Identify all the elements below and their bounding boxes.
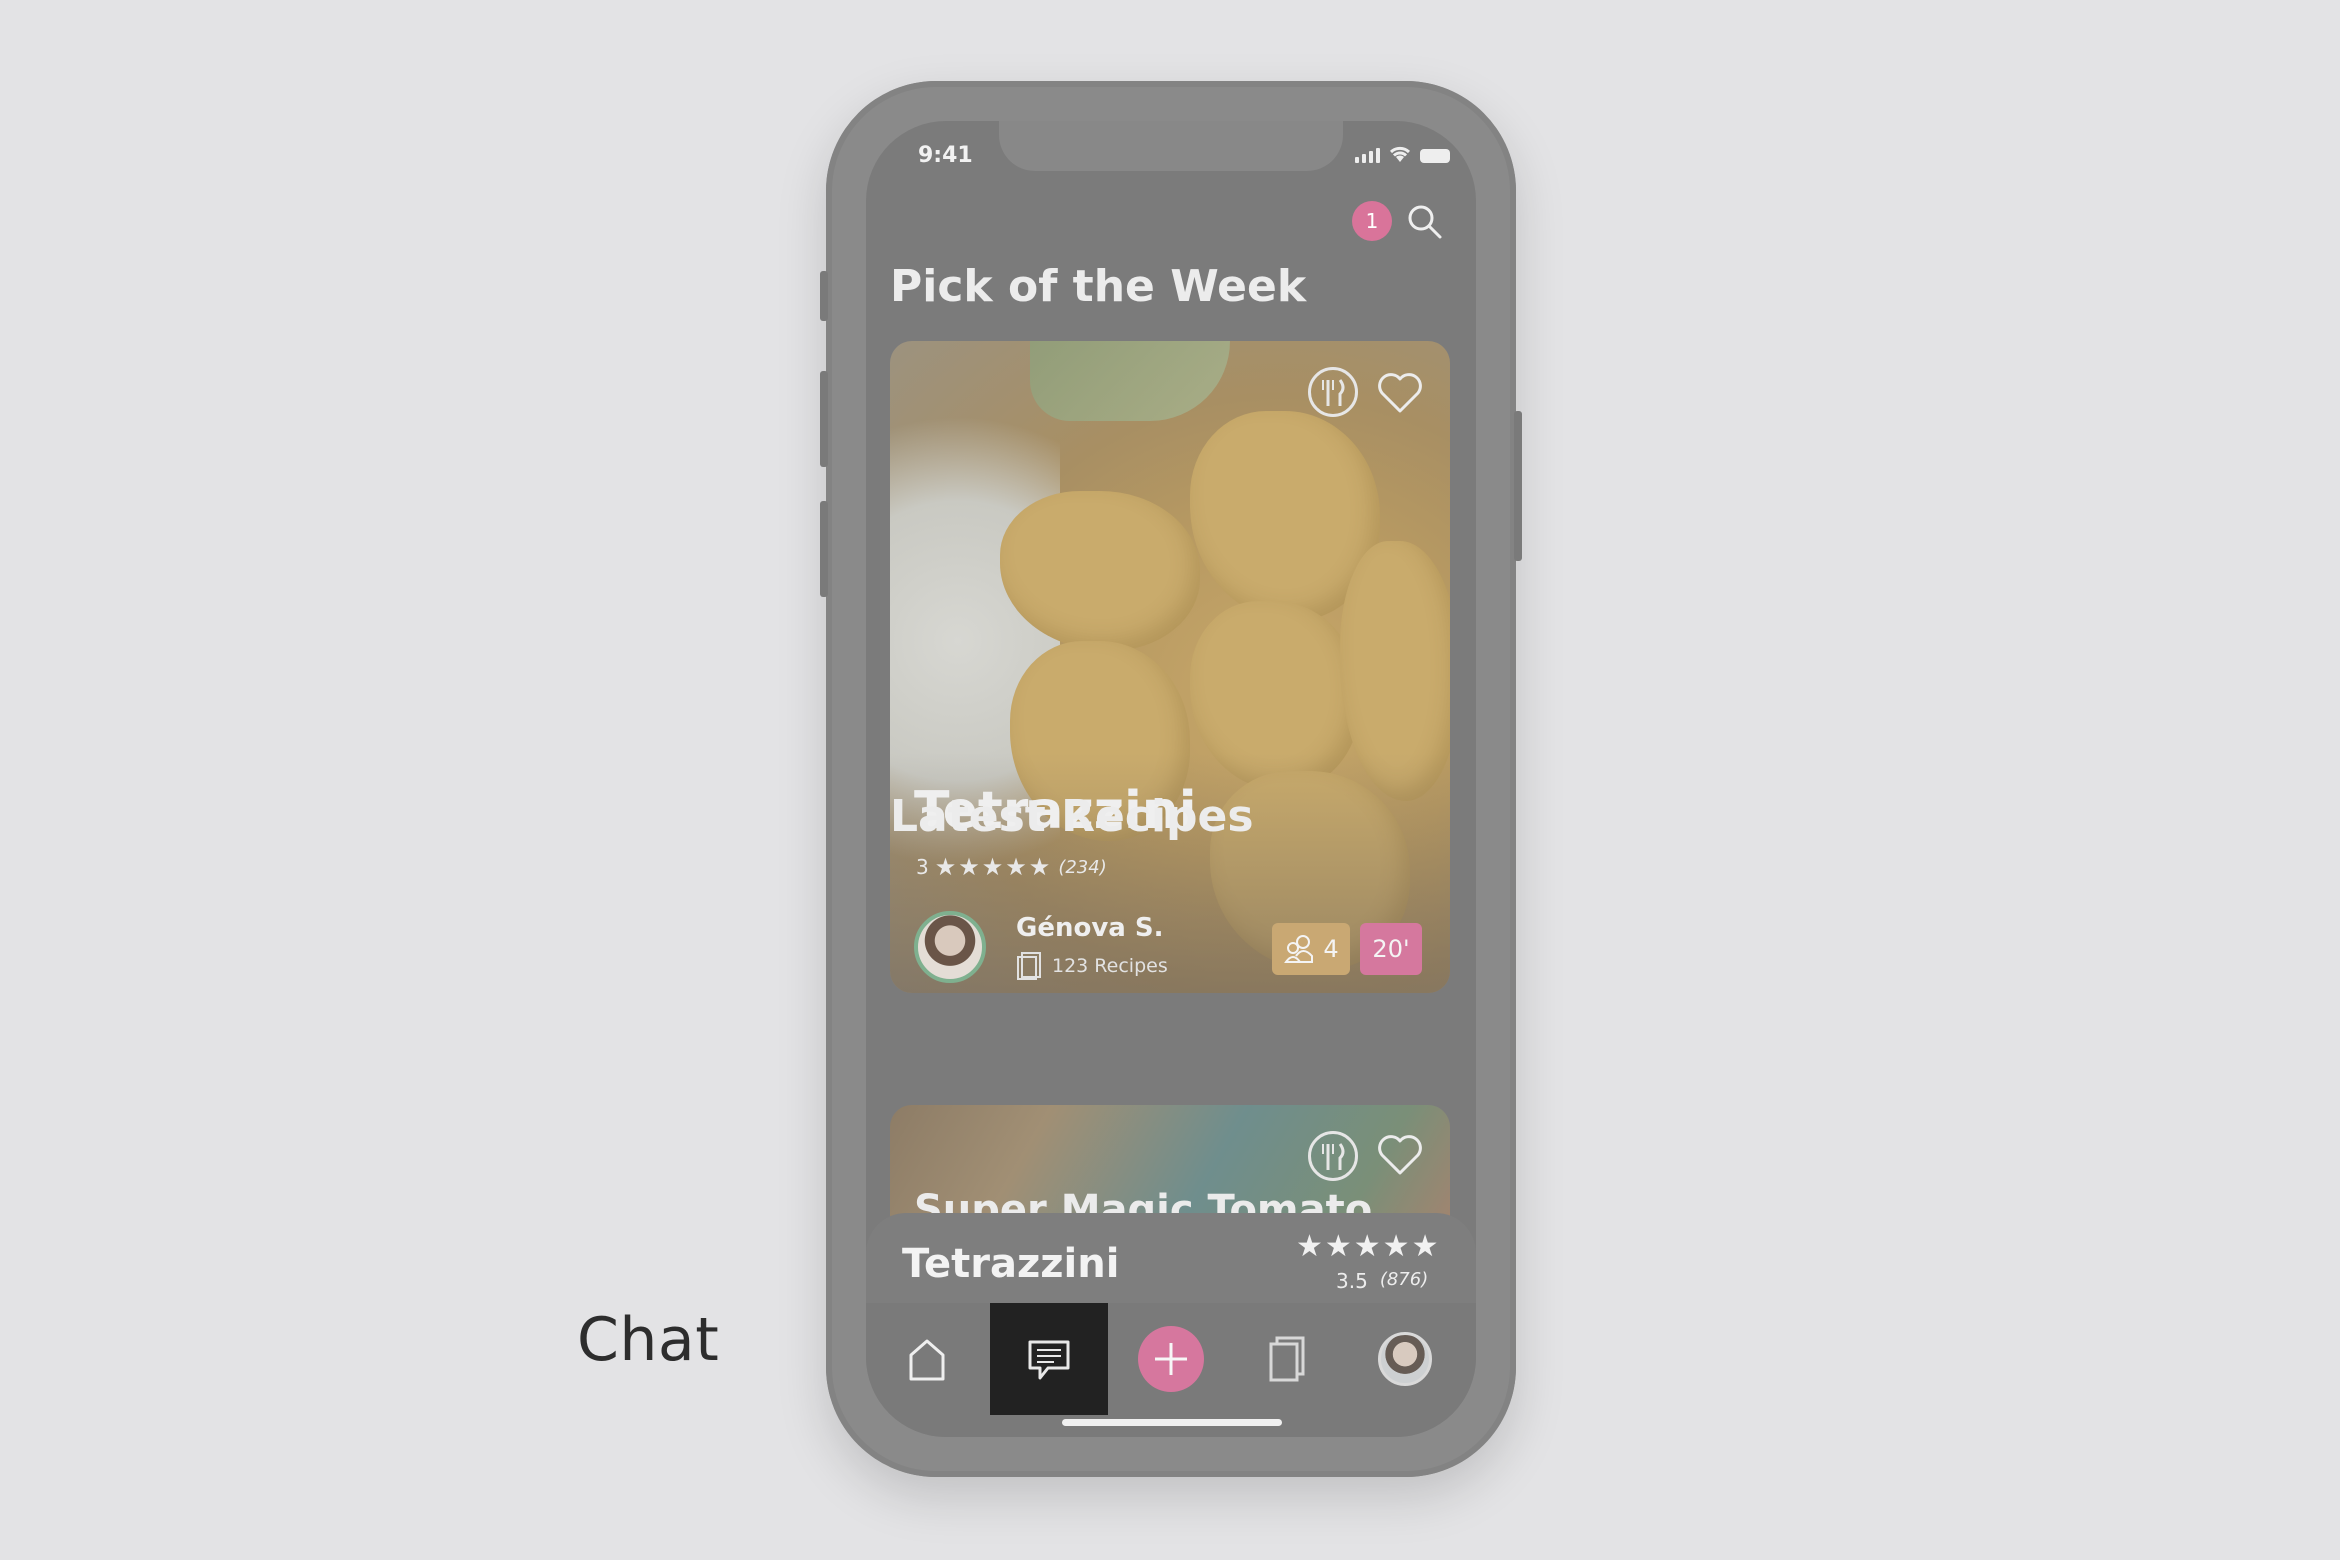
home-indicator: [1062, 1419, 1282, 1426]
recipes-icon: [1269, 1336, 1305, 1382]
mute-switch: [820, 271, 828, 321]
cutlery-icon[interactable]: [1308, 1131, 1358, 1181]
mini-recipe-title: Tetrazzini: [902, 1241, 1120, 1287]
tab-add[interactable]: [1136, 1303, 1206, 1415]
latest-recipes-title: Latest Recipes: [890, 791, 1254, 842]
hero-recipe-card[interactable]: Tetrazzini 3 ★★★★★ (234) Génova S. 123 R…: [890, 341, 1450, 993]
tab-home[interactable]: [892, 1303, 962, 1415]
add-icon: [1155, 1343, 1187, 1375]
tab-bar: [866, 1303, 1476, 1437]
notification-badge[interactable]: 1: [1352, 201, 1392, 241]
heart-icon[interactable]: [1376, 371, 1424, 415]
annotation-label: Chat: [577, 1305, 720, 1375]
food-image-cucumber: [1030, 341, 1230, 421]
profile-avatar: [1378, 1332, 1432, 1386]
search-icon[interactable]: [1404, 201, 1444, 241]
recipe-book-icon: [1017, 952, 1041, 980]
volume-down-button: [820, 501, 828, 597]
servings-count: 4: [1323, 935, 1339, 963]
mini-review-count: (876): [1379, 1269, 1429, 1290]
home-icon: [909, 1339, 945, 1381]
people-icon: [1284, 935, 1314, 963]
mini-star-icons: ★★★★★: [1296, 1229, 1441, 1264]
phone-frame: 9:41 1 Pick of the Week Tetrazzini 3 ★★★…: [820, 81, 1522, 1477]
mini-rating: 3.5 (876): [1336, 1269, 1428, 1293]
app-screen: 9:41 1 Pick of the Week Tetrazzini 3 ★★★…: [866, 121, 1476, 1437]
add-button[interactable]: [1138, 1326, 1204, 1392]
signal-icon: [1355, 148, 1380, 163]
servings-badge: 4: [1272, 923, 1350, 975]
status-icons: [1355, 145, 1450, 163]
wifi-icon: [1389, 146, 1411, 162]
time-badge: 20': [1360, 923, 1422, 975]
mini-rating-value: 3.5: [1336, 1269, 1368, 1293]
author-recipes: 123 Recipes: [1016, 951, 1168, 981]
status-time: 9:41: [918, 143, 973, 168]
star-icons: ★★★★★: [934, 853, 1053, 881]
volume-up-button: [820, 371, 828, 467]
author-avatar[interactable]: [914, 911, 986, 983]
chat-icon: [1028, 1340, 1070, 1380]
heart-icon[interactable]: [1376, 1133, 1424, 1177]
tab-profile[interactable]: [1370, 1303, 1440, 1415]
author-recipe-count: 123 Recipes: [1052, 955, 1168, 977]
review-count: (234): [1058, 856, 1107, 878]
hero-rating: 3 ★★★★★ (234): [916, 853, 1107, 881]
power-button: [1514, 411, 1522, 561]
author-name[interactable]: Génova S.: [1016, 913, 1164, 943]
battery-icon: [1420, 149, 1450, 163]
tab-chat[interactable]: [990, 1303, 1108, 1415]
cutlery-icon[interactable]: [1308, 367, 1358, 417]
notch: [999, 121, 1343, 171]
rating-value: 3: [916, 855, 929, 879]
tab-recipes[interactable]: [1252, 1303, 1322, 1415]
pick-of-week-title: Pick of the Week: [890, 261, 1307, 312]
